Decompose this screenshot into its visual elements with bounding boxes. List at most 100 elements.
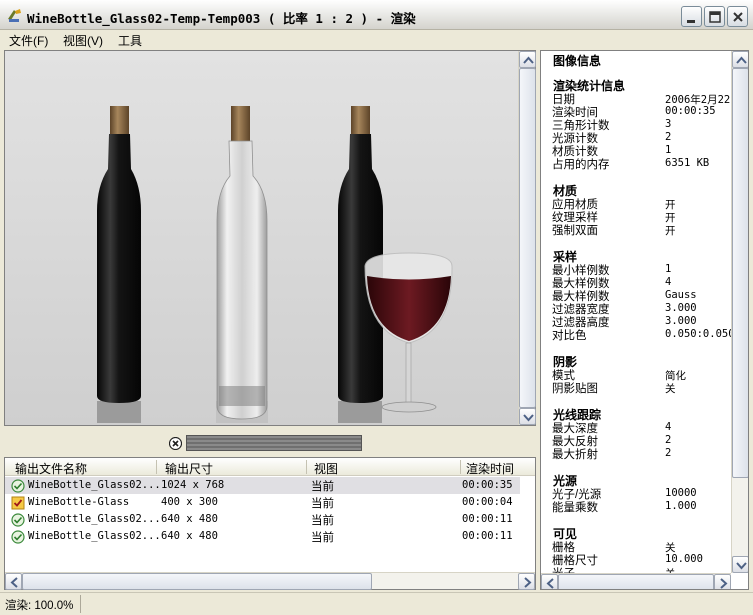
list-item[interactable]: WineBottle_Glass02... 1024 x 768 当前 00:0… (5, 477, 520, 494)
chevron-down-icon (523, 414, 534, 422)
maximize-icon (709, 11, 721, 23)
info-value: 2 (665, 447, 672, 459)
list-item[interactable]: WineBottle_Glass02... 640 x 480 当前 00:00… (5, 528, 520, 545)
render-complete-icon (11, 513, 25, 527)
column-output-size[interactable]: 输出尺寸 (165, 460, 213, 477)
info-value: 10.000 (665, 553, 703, 565)
cancel-render-icon[interactable] (169, 437, 182, 450)
scroll-thumb[interactable] (558, 574, 714, 589)
scroll-down-button[interactable] (732, 556, 748, 573)
list-header: 输出文件名称 输出尺寸 视图 渲染时间 (5, 458, 535, 476)
output-size: 400 x 300 (161, 496, 218, 508)
chevron-left-icon (546, 578, 554, 589)
info-value: 4 (665, 276, 672, 288)
info-label: 阴影贴图 (552, 383, 598, 395)
chevron-up-icon (523, 56, 534, 64)
info-value: 3 (665, 118, 672, 130)
chevron-left-icon (10, 577, 18, 588)
scroll-left-button[interactable] (541, 574, 558, 589)
info-label: 最大折射 (552, 449, 598, 461)
title-bar: WineBottle_Glass02-Temp-Temp003 ( 比率 1 :… (0, 0, 753, 30)
output-view: 当前 (311, 530, 334, 544)
output-view: 当前 (311, 513, 334, 527)
menu-view[interactable]: 视图(V) (63, 32, 103, 49)
info-vertical-scrollbar[interactable] (731, 51, 748, 573)
output-time: 00:00:04 (462, 496, 513, 508)
column-render-time[interactable]: 渲染时间 (466, 460, 514, 477)
column-divider[interactable] (156, 460, 157, 474)
status-divider (80, 595, 81, 613)
scroll-up-button[interactable] (519, 51, 536, 68)
info-value: Gauss (665, 289, 697, 301)
output-name: WineBottle_Glass02... (28, 513, 161, 525)
list-item[interactable]: WineBottle_Glass02... 640 x 480 当前 00:00… (5, 511, 520, 528)
list-horizontal-scrollbar[interactable] (5, 572, 535, 590)
output-view: 当前 (311, 496, 334, 510)
minimize-icon (687, 20, 695, 23)
render-image-panel (4, 50, 536, 426)
info-value: 1.000 (665, 500, 697, 512)
render-progress-row (4, 428, 536, 458)
menu-file[interactable]: 文件(F) (9, 32, 48, 49)
window-title: WineBottle_Glass02-Temp-Temp003 ( 比率 1 :… (27, 11, 416, 26)
info-value: 开 (665, 225, 676, 237)
scroll-thumb[interactable] (732, 68, 748, 478)
output-name: WineBottle_Glass02... (28, 530, 161, 542)
rendered-image (5, 51, 518, 425)
chevron-right-icon (524, 577, 532, 588)
output-name: WineBottle_Glass02... (28, 479, 161, 491)
menu-tools[interactable]: 工具 (118, 32, 142, 49)
menu-bar: 文件(F) 视图(V) 工具 (0, 30, 753, 50)
maximize-button[interactable] (704, 6, 725, 27)
close-button[interactable] (727, 6, 748, 27)
render-complete-icon (11, 530, 25, 544)
output-size: 1024 x 768 (161, 479, 225, 491)
list-item[interactable]: WineBottle-Glass 400 x 300 当前 00:00:04 (5, 494, 520, 511)
info-label: 对比色 (552, 330, 587, 342)
info-label: 强制双面 (552, 225, 598, 237)
info-value: 4 (665, 421, 672, 433)
scroll-thumb[interactable] (519, 68, 536, 408)
column-divider[interactable] (306, 460, 307, 474)
column-view[interactable]: 视图 (314, 460, 338, 477)
info-value: 1 (665, 144, 672, 156)
render-complete-icon (11, 479, 25, 493)
scroll-left-button[interactable] (5, 573, 22, 590)
output-name: WineBottle-Glass (28, 496, 130, 508)
info-value: 10000 (665, 487, 697, 499)
scroll-right-button[interactable] (714, 574, 731, 589)
status-bar: 渲染: 100.0% (0, 592, 753, 615)
column-divider[interactable] (460, 460, 461, 474)
render-checked-icon (11, 496, 25, 510)
output-time: 00:00:35 (462, 479, 513, 491)
chevron-right-icon (720, 578, 728, 589)
render-teapot-icon (8, 9, 21, 22)
info-value: 0.050:0.050 (665, 328, 735, 340)
scroll-down-button[interactable] (519, 408, 536, 425)
close-icon (733, 12, 743, 22)
info-value: 3.000 (665, 302, 697, 314)
wine-bottles-render (5, 51, 518, 425)
column-output-name[interactable]: 输出文件名称 (15, 460, 87, 477)
info-value: 2 (665, 434, 672, 446)
info-value: 1 (665, 263, 672, 275)
info-label: 占用的内存 (552, 159, 610, 171)
minimize-button[interactable] (681, 6, 702, 27)
render-history-list: 输出文件名称 输出尺寸 视图 渲染时间 WineBottle_Glass02..… (4, 457, 536, 590)
info-value: 00:00:35 (665, 105, 716, 117)
render-vertical-scrollbar[interactable] (518, 51, 536, 425)
info-value: 关 (665, 383, 676, 395)
scroll-right-button[interactable] (518, 573, 535, 590)
chevron-up-icon (736, 56, 747, 64)
image-info-panel: 图像信息 渲染统计信息 日期 2006年2月22 渲染时间 00:00:35 三角形计数 3… (540, 50, 749, 590)
info-label: 能量乘数 (552, 502, 598, 514)
output-size: 640 x 480 (161, 530, 218, 542)
output-time: 00:00:11 (462, 530, 513, 542)
scroll-up-button[interactable] (732, 51, 748, 68)
info-value: 6351 KB (665, 157, 710, 169)
scroll-thumb[interactable] (22, 573, 372, 590)
info-horizontal-scrollbar[interactable] (541, 573, 731, 589)
render-progress-bar (186, 435, 362, 451)
output-size: 640 x 480 (161, 513, 218, 525)
chevron-down-icon (736, 562, 747, 570)
